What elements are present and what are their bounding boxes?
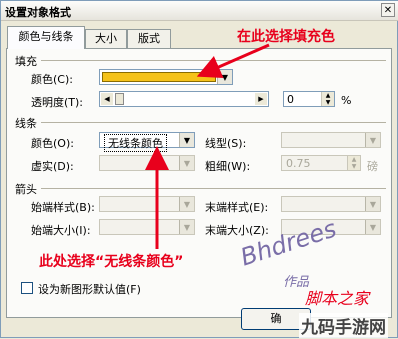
- brand-watermark: 九码手游网: [299, 313, 388, 338]
- site-watermark: 脚本之家: [305, 289, 370, 308]
- format-object-dialog: 设置对象格式 ✕ 颜色与线条 大小 版式 填充 颜色(C): ▼ 透明度(T):…: [0, 0, 398, 338]
- tab-colors-lines[interactable]: 颜色与线条: [7, 26, 85, 49]
- fill-hint-arrow: [196, 43, 270, 78]
